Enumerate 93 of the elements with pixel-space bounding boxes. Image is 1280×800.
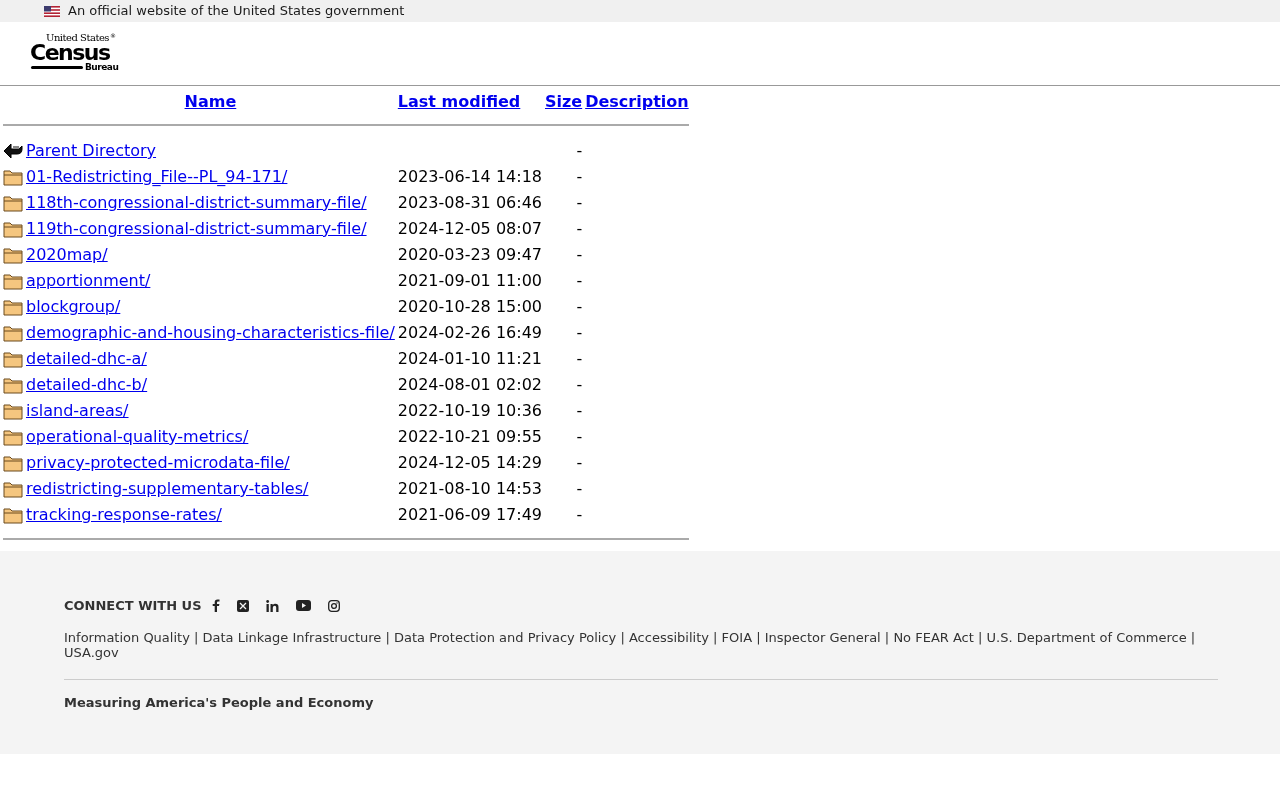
footer-link[interactable]: Information Quality bbox=[64, 629, 190, 645]
modified-date: 2024-12-05 14:29 bbox=[397, 453, 542, 472]
modified-date: 2023-08-31 06:46 bbox=[397, 193, 542, 212]
youtube-icon[interactable] bbox=[295, 600, 311, 612]
folder-icon bbox=[3, 220, 23, 238]
modified-date: 2021-09-01 11:00 bbox=[397, 271, 542, 290]
parent-directory-link[interactable]: Parent Directory bbox=[26, 141, 157, 160]
modified-date: 2024-12-05 08:07 bbox=[397, 219, 542, 238]
file-size: - bbox=[576, 505, 583, 524]
file-size: - bbox=[576, 141, 583, 160]
modified-date: 2021-08-10 14:53 bbox=[397, 479, 542, 498]
modified-date: 2023-06-14 14:18 bbox=[397, 167, 542, 186]
column-header-link[interactable]: Size bbox=[545, 92, 583, 111]
modified-date: 2022-10-19 10:36 bbox=[397, 401, 542, 420]
modified-date: 2024-08-01 02:02 bbox=[397, 375, 542, 394]
folder-icon bbox=[3, 506, 23, 524]
link-separator: | bbox=[619, 629, 626, 645]
link-separator: | bbox=[192, 629, 200, 645]
file-size: - bbox=[576, 375, 583, 394]
file-size: - bbox=[576, 427, 583, 446]
folder-icon bbox=[3, 480, 23, 498]
folder-icon bbox=[3, 272, 23, 290]
folder-icon bbox=[3, 194, 23, 212]
folder-icon bbox=[3, 168, 23, 186]
back-arrow-icon bbox=[3, 141, 23, 161]
folder-link[interactable]: operational-quality-metrics/ bbox=[26, 427, 249, 446]
folder-link[interactable]: 2020map/ bbox=[26, 245, 108, 264]
file-size: - bbox=[576, 271, 583, 290]
folder-icon bbox=[3, 324, 23, 342]
folder-link[interactable]: redistricting-supplementary-tables/ bbox=[26, 479, 309, 498]
footer-tagline: Measuring America's People and Economy bbox=[64, 693, 375, 712]
modified-date: 2024-01-10 11:21 bbox=[397, 349, 542, 368]
footer-link[interactable]: FOIA bbox=[721, 629, 753, 645]
folder-icon bbox=[3, 350, 23, 368]
folder-link[interactable]: 118th-congressional-district-summary-file/ bbox=[26, 193, 367, 212]
column-header-link[interactable]: Name bbox=[184, 92, 237, 111]
folder-link[interactable]: tracking-response-rates/ bbox=[26, 505, 222, 524]
folder-link[interactable]: detailed-dhc-b/ bbox=[26, 375, 148, 394]
modified-date: 2020-03-23 09:47 bbox=[397, 245, 542, 264]
folder-icon bbox=[3, 454, 23, 472]
footer-link[interactable]: No FEAR Act bbox=[893, 629, 974, 645]
folder-link[interactable]: blockgroup/ bbox=[26, 297, 121, 316]
footer-link[interactable]: Inspector General bbox=[764, 629, 881, 645]
footer-link[interactable]: Data Protection and Privacy Policy bbox=[394, 629, 617, 645]
link-separator: | bbox=[1189, 629, 1196, 645]
folder-link[interactable]: detailed-dhc-a/ bbox=[26, 349, 147, 368]
file-size: - bbox=[576, 297, 583, 316]
link-separator: | bbox=[384, 629, 391, 645]
file-size: - bbox=[576, 401, 583, 420]
folder-icon bbox=[3, 246, 23, 264]
file-size: - bbox=[576, 349, 583, 368]
facebook-icon[interactable] bbox=[211, 599, 220, 613]
us-flag-icon bbox=[44, 5, 60, 17]
modified-date: 2021-06-09 17:49 bbox=[397, 505, 542, 524]
folder-icon bbox=[3, 402, 23, 420]
gov-banner-text: An official website of the United States government bbox=[68, 2, 405, 21]
link-separator: | bbox=[712, 629, 719, 645]
link-separator: | bbox=[883, 629, 891, 645]
linkedin-icon[interactable] bbox=[265, 599, 279, 612]
folder-link[interactable]: privacy-protected-microdata-file/ bbox=[26, 453, 290, 472]
file-size: - bbox=[576, 219, 583, 238]
folder-icon bbox=[3, 428, 23, 446]
column-header-link[interactable]: Description bbox=[585, 92, 689, 111]
folder-link[interactable]: 119th-congressional-district-summary-file/ bbox=[26, 219, 367, 238]
folder-link[interactable]: 01-Redistricting_File--PL_94-171/ bbox=[26, 167, 288, 186]
connect-heading: CONNECT WITH US bbox=[64, 597, 202, 615]
logo-text: Census bbox=[30, 41, 110, 64]
file-size: - bbox=[576, 245, 583, 264]
folder-icon bbox=[3, 298, 23, 316]
modified-date: 2022-10-21 09:55 bbox=[397, 427, 542, 446]
file-size: - bbox=[576, 193, 583, 212]
file-size: - bbox=[576, 323, 583, 342]
link-separator: | bbox=[977, 629, 984, 645]
folder-icon bbox=[3, 376, 23, 394]
folder-link[interactable]: island-areas/ bbox=[26, 401, 129, 420]
instagram-icon[interactable] bbox=[327, 599, 340, 612]
footer-link[interactable]: USA.gov bbox=[64, 644, 119, 660]
logo-text: United States bbox=[46, 32, 109, 43]
modified-date: 2024-02-26 16:49 bbox=[397, 323, 542, 342]
folder-link[interactable]: demographic-and-housing-characteristics-file/ bbox=[26, 323, 395, 342]
footer-link[interactable]: Data Linkage Infrastructure bbox=[202, 629, 382, 645]
footer-link[interactable]: Accessibility bbox=[628, 629, 709, 645]
logo-underline bbox=[31, 65, 83, 69]
footer-link[interactable]: U.S. Department of Commerce bbox=[986, 629, 1187, 645]
x-icon[interactable] bbox=[236, 599, 249, 612]
modified-date: 2020-10-28 15:00 bbox=[397, 297, 542, 316]
link-separator: | bbox=[755, 629, 762, 645]
file-size: - bbox=[576, 453, 583, 472]
file-size: - bbox=[576, 167, 583, 186]
file-size: - bbox=[576, 479, 583, 498]
column-header-link[interactable]: Last modified bbox=[397, 92, 521, 111]
folder-link[interactable]: apportionment/ bbox=[26, 271, 151, 290]
logo-text: Bureau bbox=[85, 62, 119, 72]
